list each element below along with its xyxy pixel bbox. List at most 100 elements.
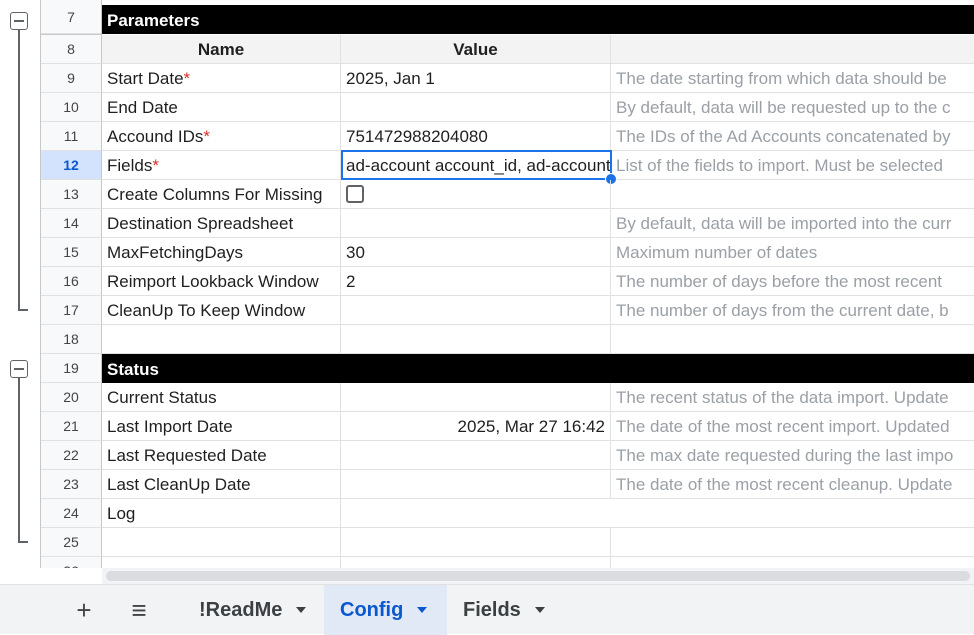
empty-cell[interactable] (102, 528, 341, 557)
table-row: 18 (41, 325, 974, 354)
param-description-cell[interactable]: The number of days before the most recen… (611, 267, 974, 296)
status-value-cell[interactable] (341, 470, 611, 499)
row-number: 13 (63, 186, 79, 202)
param-value-cell[interactable]: 2 (341, 267, 611, 296)
spreadsheet-grid[interactable]: 7 Parameters 8 Name Value 9 Start Date* … (41, 0, 974, 568)
row-header-21[interactable]: 21 (41, 412, 102, 441)
param-description-cell[interactable]: The date starting from which data should… (611, 64, 974, 93)
row-header-14[interactable]: 14 (41, 209, 102, 238)
status-description-cell[interactable]: The date of the most recent cleanup. Upd… (611, 470, 974, 499)
row-number: 24 (63, 505, 79, 521)
row-header-15[interactable]: 15 (41, 238, 102, 267)
table-row: 25 (41, 528, 974, 557)
horizontal-scrollbar[interactable] (102, 568, 974, 584)
param-description-cell[interactable]: By default, data will be imported into t… (611, 209, 974, 238)
row-number: 20 (63, 389, 79, 405)
status-value-cell[interactable] (341, 383, 611, 412)
status-name-cell[interactable]: Last CleanUp Date (102, 470, 341, 499)
param-value-cell[interactable] (341, 209, 611, 238)
tab-label: Fields (463, 598, 521, 621)
scrollbar-thumb[interactable] (106, 571, 970, 581)
param-description-cell[interactable]: By default, data will be requested up to… (611, 93, 974, 122)
checkbox[interactable] (346, 185, 364, 204)
row-header-7[interactable]: 7 (41, 0, 102, 34)
empty-cell[interactable] (341, 528, 611, 557)
tab-readme[interactable]: !ReadMe (183, 585, 322, 635)
param-value-cell[interactable] (341, 93, 611, 122)
header-cell-empty[interactable] (611, 35, 974, 64)
row-number: 8 (67, 41, 75, 57)
row-header-25[interactable]: 25 (41, 528, 102, 557)
chevron-down-icon[interactable] (417, 607, 428, 613)
param-name-cell[interactable]: CleanUp To Keep Window (102, 296, 341, 325)
param-name-cell[interactable]: Fields* (102, 151, 341, 180)
status-name-cell[interactable]: Last Requested Date (102, 441, 341, 470)
param-description-cell[interactable]: The number of days from the current date… (611, 296, 974, 325)
empty-cell[interactable] (341, 557, 611, 568)
row-header-20[interactable]: 20 (41, 383, 102, 412)
status-name-cell[interactable]: Current Status (102, 383, 341, 412)
status-name-cell[interactable]: Last Import Date (102, 412, 341, 441)
active-cell-selection[interactable] (341, 150, 612, 180)
section-band-status[interactable]: Status (102, 354, 974, 383)
empty-cell[interactable] (102, 325, 341, 354)
param-name-cell[interactable]: End Date (102, 93, 341, 122)
row-header-24[interactable]: 24 (41, 499, 102, 528)
param-name-cell[interactable]: Start Date* (102, 64, 341, 93)
tab-label: Config (340, 598, 404, 621)
param-description-cell[interactable] (611, 180, 974, 209)
row-header-8[interactable]: 8 (41, 35, 102, 64)
column-header-value[interactable]: Value (341, 35, 611, 64)
row-header-22[interactable]: 22 (41, 441, 102, 470)
param-value-cell[interactable]: 30 (341, 238, 611, 267)
row-header-26[interactable]: 26 (41, 557, 102, 568)
log-label-cell[interactable]: Log (102, 499, 341, 528)
column-header-name[interactable]: Name (102, 35, 341, 64)
param-name-cell[interactable]: Destination Spreadsheet (102, 209, 341, 238)
add-sheet-icon[interactable]: + (67, 593, 101, 627)
empty-cell[interactable] (341, 325, 611, 354)
row-number: 10 (63, 99, 79, 115)
row-header-18[interactable]: 18 (41, 325, 102, 354)
row-header-17[interactable]: 17 (41, 296, 102, 325)
all-sheets-menu-icon[interactable]: ≡ (122, 593, 156, 627)
section-band-parameters[interactable]: Parameters (102, 5, 974, 34)
param-name-cell[interactable]: Reimport Lookback Window (102, 267, 341, 296)
log-value-cell[interactable] (341, 499, 974, 528)
row-header-16[interactable]: 16 (41, 267, 102, 296)
row-header-12-selected[interactable]: 12 (41, 151, 102, 180)
empty-cell[interactable] (102, 557, 341, 568)
row-header-19[interactable]: 19 (41, 354, 102, 383)
param-description-cell[interactable]: List of the fields to import. Must be se… (611, 151, 974, 180)
empty-cell[interactable] (611, 325, 974, 354)
table-row: 26 (41, 557, 974, 568)
param-description-cell[interactable]: Maximum number of dates (611, 238, 974, 267)
tab-fields[interactable]: Fields (447, 585, 561, 635)
collapse-group-status-icon[interactable] (10, 360, 28, 378)
row-header-13[interactable]: 13 (41, 180, 102, 209)
chevron-down-icon[interactable] (296, 607, 307, 613)
collapse-group-parameters-icon[interactable] (10, 12, 28, 30)
row-header-10[interactable]: 10 (41, 93, 102, 122)
empty-cell[interactable] (611, 528, 974, 557)
status-description-cell[interactable]: The recent status of the data import. Up… (611, 383, 974, 412)
chevron-down-icon[interactable] (534, 607, 545, 613)
row-header-9[interactable]: 9 (41, 64, 102, 93)
param-name-cell[interactable]: Create Columns For Missing (102, 180, 341, 209)
param-value-cell[interactable] (341, 180, 611, 209)
status-value-cell[interactable]: 2025, Mar 27 16:42 (341, 412, 611, 441)
status-value-cell[interactable] (341, 441, 611, 470)
status-description-cell[interactable]: The date of the most recent import. Upda… (611, 412, 974, 441)
param-name-cell[interactable]: Accound IDs* (102, 122, 341, 151)
tab-config[interactable]: Config (324, 585, 447, 635)
required-mark: * (203, 127, 211, 146)
row-header-11[interactable]: 11 (41, 122, 102, 151)
status-description-cell[interactable]: The max date requested during the last i… (611, 441, 974, 470)
param-value-cell[interactable]: 2025, Jan 1 (341, 64, 611, 93)
param-value-cell[interactable]: 751472988204080 (341, 122, 611, 151)
param-description-cell[interactable]: The IDs of the Ad Accounts concatenated … (611, 122, 974, 151)
param-value-cell[interactable] (341, 296, 611, 325)
param-name-cell[interactable]: MaxFetchingDays (102, 238, 341, 267)
row-header-23[interactable]: 23 (41, 470, 102, 499)
empty-cell[interactable] (611, 557, 974, 568)
